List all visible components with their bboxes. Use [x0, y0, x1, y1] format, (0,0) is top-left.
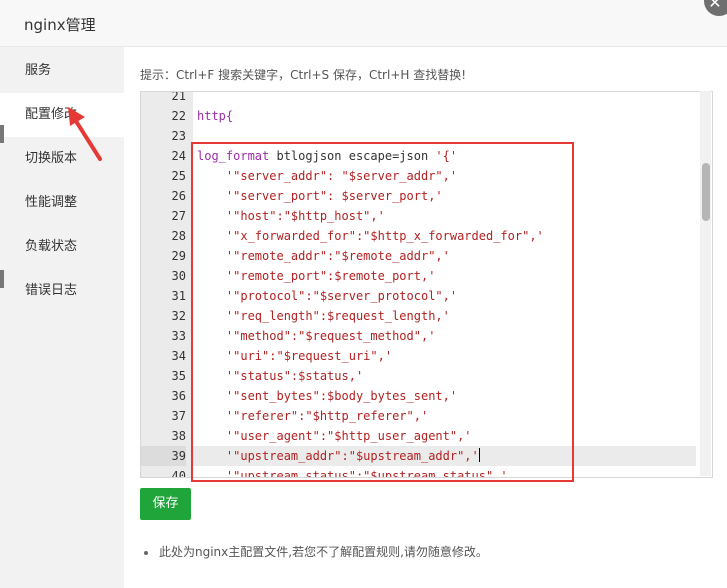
- code-token: http{: [197, 109, 234, 123]
- code-line[interactable]: 21: [141, 91, 696, 106]
- line-number: 30: [171, 269, 186, 283]
- line-number: 24: [171, 149, 186, 163]
- bullet-icon: [144, 550, 148, 555]
- line-number: 31: [171, 289, 186, 303]
- line-number: 26: [171, 189, 186, 203]
- code-text: http{: [197, 106, 233, 126]
- line-number: 39: [141, 446, 186, 466]
- annotation-highlight-box: [191, 142, 574, 482]
- editor-scrollbar[interactable]: [700, 91, 711, 476]
- line-number: 28: [171, 229, 186, 243]
- line-number: 23: [171, 129, 186, 143]
- line-number: 33: [171, 329, 186, 343]
- line-number: 21: [171, 91, 186, 103]
- sidebar-item-load-status[interactable]: 负载状态: [0, 225, 124, 269]
- line-number: 37: [171, 409, 186, 423]
- line-number: 38: [171, 429, 186, 443]
- line-number: 36: [171, 389, 186, 403]
- code-line[interactable]: 22 http{: [141, 106, 696, 126]
- sidebar-item-service[interactable]: 服务: [0, 49, 124, 93]
- dialog-title: nginx管理: [24, 16, 96, 34]
- background-window-edge: [0, 270, 4, 288]
- line-number: 34: [171, 349, 186, 363]
- line-number: 29: [171, 249, 186, 263]
- config-warning-note: 此处为nginx主配置文件,若您不了解配置规则,请勿随意修改。: [144, 543, 488, 560]
- red-arrow-annotation-icon: [68, 107, 102, 161]
- line-number: 32: [171, 309, 186, 323]
- background-window-edge: [0, 125, 4, 143]
- save-button[interactable]: 保存: [140, 488, 191, 520]
- scrollbar-thumb[interactable]: [702, 163, 710, 221]
- line-number: 35: [171, 369, 186, 383]
- dialog-titlebar: nginx管理: [0, 0, 727, 47]
- shortcut-hint: 提示：Ctrl+F 搜索关键字，Ctrl+S 保存，Ctrl+H 查找替换!: [140, 68, 467, 82]
- sidebar-item-performance[interactable]: 性能调整: [0, 181, 124, 225]
- line-number: 22: [171, 109, 186, 123]
- line-number: 27: [171, 209, 186, 223]
- config-warning-text: 此处为nginx主配置文件,若您不了解配置规则,请勿随意修改。: [159, 545, 488, 559]
- sidebar-item-error-log[interactable]: 错误日志: [0, 269, 124, 313]
- line-number: 40: [171, 469, 186, 478]
- line-number: 25: [171, 169, 186, 183]
